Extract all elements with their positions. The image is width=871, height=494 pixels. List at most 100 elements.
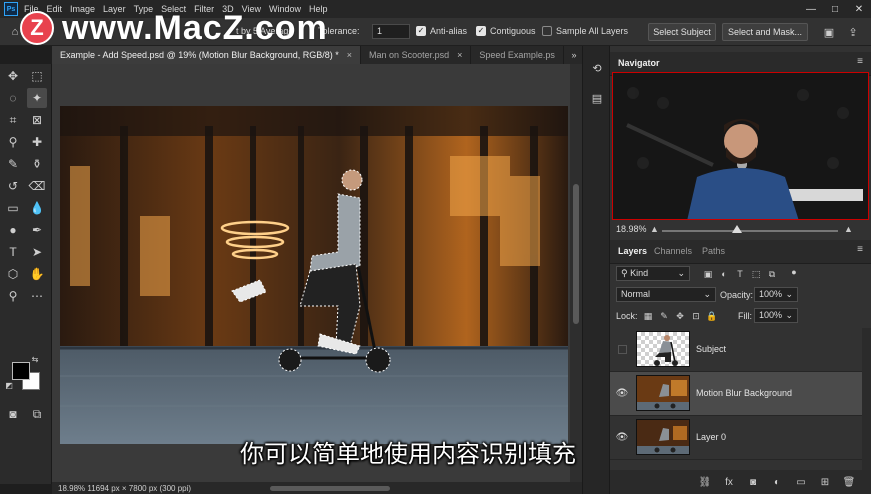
swap-colors-icon[interactable]: ⇆: [30, 354, 40, 364]
workspace-icon[interactable]: ▣: [822, 25, 836, 39]
zoom-in-icon[interactable]: ▲: [844, 224, 853, 234]
eye-icon[interactable]: 👁: [616, 387, 629, 399]
tab-example-add-speed[interactable]: Example - Add Speed.psd @ 19% (Motion Bl…: [52, 46, 362, 64]
pen-tool-icon[interactable]: ✒: [27, 220, 47, 240]
panel-menu-icon[interactable]: ≡: [857, 56, 863, 67]
properties-panel-icon[interactable]: ▤: [589, 90, 605, 106]
healing-brush-tool-icon[interactable]: ✚: [27, 132, 47, 152]
more-tools-icon[interactable]: ⋯: [27, 286, 47, 306]
close-window-button[interactable]: ✕: [847, 0, 871, 18]
select-and-mask-button[interactable]: Select and Mask...: [722, 23, 808, 41]
minimize-button[interactable]: —: [799, 0, 823, 18]
layers-scrollbar[interactable]: [862, 328, 871, 470]
panel-menu-icon[interactable]: ≡: [857, 244, 863, 255]
filter-smart-object-icon[interactable]: ⧉: [766, 268, 778, 280]
lock-transparent-icon[interactable]: ▦: [642, 310, 654, 322]
quick-mask-icon[interactable]: ◙: [3, 404, 23, 424]
marquee-tool-icon[interactable]: ⬚: [27, 66, 47, 86]
share-icon[interactable]: ⇪: [846, 25, 860, 39]
document-tabs: Example - Add Speed.psd @ 19% (Motion Bl…: [52, 46, 582, 64]
new-group-folder-icon[interactable]: ▭: [789, 477, 813, 488]
eyedropper-tool-icon[interactable]: ⚲: [3, 132, 23, 152]
contiguous-checkbox[interactable]: ✓: [476, 26, 486, 36]
tab-label: Speed Example.ps: [479, 50, 555, 60]
navigator-preview[interactable]: [612, 72, 869, 220]
lasso-tool-icon[interactable]: ◌: [3, 88, 23, 108]
blend-mode-select[interactable]: Normal ⌄: [616, 287, 716, 302]
maximize-button[interactable]: □: [823, 0, 847, 18]
add-mask-icon[interactable]: ◙: [741, 477, 765, 488]
zoom-value[interactable]: 18.98%: [616, 224, 647, 234]
tolerance-input[interactable]: 1: [372, 24, 410, 39]
canvas-horizontal-scrollbar[interactable]: [230, 484, 430, 492]
tab-speed-example[interactable]: Speed Example.ps: [471, 46, 564, 64]
zoom-slider-handle[interactable]: [732, 225, 742, 233]
trash-icon[interactable]: 🗑: [837, 477, 861, 488]
type-tool-icon[interactable]: T: [3, 242, 23, 262]
layer-row-motion-blur-background[interactable]: 👁 Motion Blur Background: [610, 372, 862, 416]
blur-tool-icon[interactable]: 💧: [27, 198, 47, 218]
layer-row-layer-0[interactable]: 👁 Layer 0: [610, 416, 862, 460]
opacity-value: 100%: [759, 289, 783, 299]
layer-filter-select[interactable]: ⚲ Kind ⌄: [616, 266, 690, 281]
tab-close-icon[interactable]: ×: [457, 50, 462, 60]
shape-tool-icon[interactable]: ⬡: [3, 264, 23, 284]
filter-pixel-icon[interactable]: ▣: [702, 268, 714, 280]
history-brush-tool-icon[interactable]: ↺: [3, 176, 23, 196]
zoom-out-icon[interactable]: ▲: [650, 224, 659, 234]
tab-channels[interactable]: Channels: [654, 246, 692, 256]
gradient-tool-icon[interactable]: ▭: [3, 198, 23, 218]
visibility-toggle-off[interactable]: [618, 345, 627, 354]
scrollbar-thumb[interactable]: [270, 486, 390, 491]
sample-all-layers-checkbox[interactable]: [542, 26, 552, 36]
lock-position-icon[interactable]: ✥: [674, 310, 686, 322]
layer-thumbnail: [636, 375, 690, 411]
move-tool-icon[interactable]: ✥: [3, 66, 23, 86]
opacity-input[interactable]: 100% ⌄: [754, 287, 798, 302]
dodge-tool-icon[interactable]: ●: [3, 220, 23, 240]
select-subject-button[interactable]: Select Subject: [648, 23, 716, 41]
canvas-vertical-scrollbar[interactable]: [570, 64, 582, 482]
anti-alias-checkbox[interactable]: ✓: [416, 26, 426, 36]
fill-input[interactable]: 100% ⌄: [754, 308, 798, 323]
tab-navigator[interactable]: Navigator: [618, 58, 660, 68]
path-selection-tool-icon[interactable]: ➤: [27, 242, 47, 262]
fill-value: 100%: [759, 310, 783, 320]
zoom-tool-icon[interactable]: ⚲: [3, 286, 23, 306]
lock-pixels-icon[interactable]: ✎: [658, 310, 670, 322]
tab-close-icon[interactable]: ×: [347, 50, 352, 60]
lock-artboard-icon[interactable]: ⊡: [690, 310, 702, 322]
hand-tool-icon[interactable]: ✋: [27, 264, 47, 284]
link-layers-icon[interactable]: ⛓: [693, 477, 717, 488]
layer-name[interactable]: Layer 0: [696, 432, 726, 442]
tabs-overflow-icon[interactable]: »: [566, 46, 582, 64]
screen-mode-icon[interactable]: ⧉: [27, 404, 47, 424]
filter-toggle-icon[interactable]: ●: [788, 266, 800, 278]
filter-shape-icon[interactable]: ⬚: [750, 268, 762, 280]
tab-paths[interactable]: Paths: [702, 246, 725, 256]
canvas-area[interactable]: [52, 64, 582, 482]
frame-tool-icon[interactable]: ⊠: [27, 110, 47, 130]
lock-all-icon[interactable]: 🔒: [706, 310, 718, 322]
magic-wand-tool-icon[interactable]: ✦: [27, 88, 47, 108]
document-canvas[interactable]: [60, 106, 568, 444]
layer-row-subject[interactable]: Subject: [610, 328, 862, 372]
history-panel-icon[interactable]: ⟲: [589, 60, 605, 76]
tab-layers[interactable]: Layers: [618, 246, 647, 256]
brush-tool-icon[interactable]: ✎: [3, 154, 23, 174]
filter-type-icon[interactable]: T: [734, 268, 746, 280]
filter-adjustment-icon[interactable]: ◐: [718, 268, 730, 280]
zoom-slider-track[interactable]: [662, 230, 838, 232]
crop-tool-icon[interactable]: ⌗: [3, 110, 23, 130]
clone-stamp-tool-icon[interactable]: ⚱: [27, 154, 47, 174]
default-colors-icon[interactable]: ◩: [4, 380, 14, 390]
scrollbar-thumb[interactable]: [573, 184, 579, 324]
tab-man-on-scooter[interactable]: Man on Scooter.psd ×: [361, 46, 472, 64]
fx-icon[interactable]: fx: [717, 477, 741, 488]
layer-name[interactable]: Motion Blur Background: [696, 388, 792, 398]
adjustment-layer-icon[interactable]: ◐: [765, 477, 789, 488]
new-layer-icon[interactable]: ⊞: [813, 477, 837, 488]
layer-name[interactable]: Subject: [696, 344, 726, 354]
eraser-tool-icon[interactable]: ⌫: [27, 176, 47, 196]
foreground-color-swatch[interactable]: [12, 362, 30, 380]
